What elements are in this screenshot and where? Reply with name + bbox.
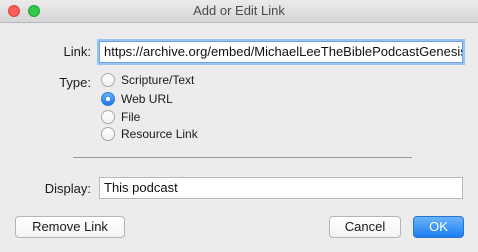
radio-button[interactable]	[101, 127, 115, 141]
type-option-web-url[interactable]: Web URL	[101, 91, 173, 107]
radio-label: Web URL	[121, 92, 173, 106]
type-label: Type:	[59, 75, 91, 90]
type-option-resource-link[interactable]: Resource Link	[101, 126, 198, 142]
display-label: Display:	[44, 181, 91, 196]
radio-label: Resource Link	[121, 127, 198, 141]
radio-button-selected[interactable]	[101, 92, 115, 106]
radio-label: Scripture/Text	[121, 73, 195, 87]
title-bar: Add or Edit Link	[0, 0, 478, 23]
add-edit-link-dialog: Add or Edit Link Link: https://archive.o…	[0, 0, 478, 252]
link-label: Link:	[63, 44, 91, 59]
separator-line	[73, 157, 412, 158]
type-option-file[interactable]: File	[101, 109, 140, 125]
display-input[interactable]: This podcast	[99, 177, 463, 199]
remove-link-button[interactable]: Remove Link	[15, 216, 125, 238]
type-option-scripture-text[interactable]: Scripture/Text	[101, 72, 194, 88]
radio-button[interactable]	[101, 73, 115, 87]
link-input[interactable]: https://archive.org/embed/MichaelLeeTheB…	[99, 41, 463, 63]
window-title: Add or Edit Link	[193, 3, 285, 18]
radio-button[interactable]	[101, 110, 115, 124]
radio-label: File	[121, 110, 141, 124]
ok-button[interactable]: OK	[413, 216, 464, 238]
cancel-button[interactable]: Cancel	[329, 216, 401, 238]
